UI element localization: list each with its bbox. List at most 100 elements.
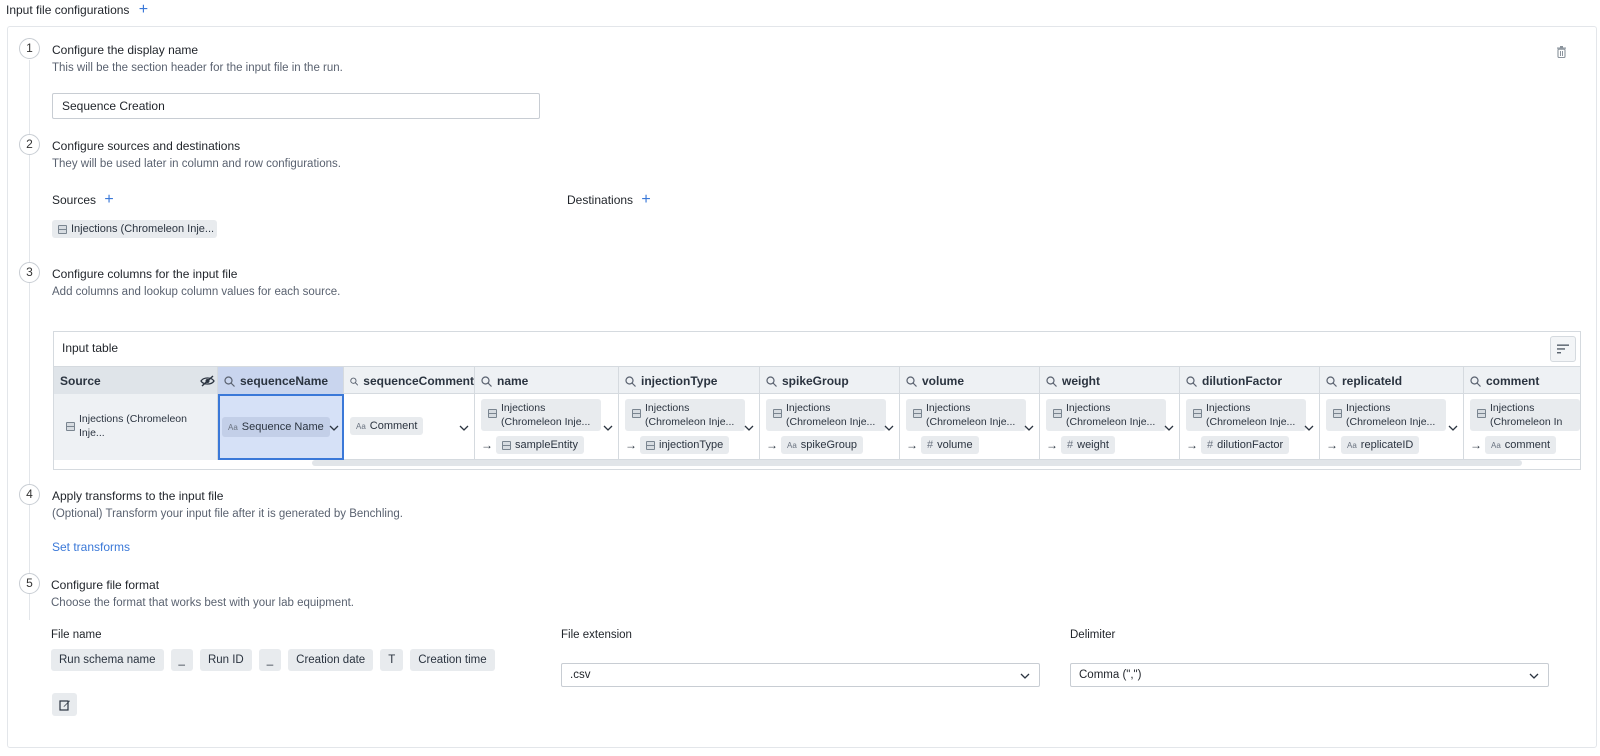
display-name-input[interactable]: Sequence Creation [52,93,540,119]
cell-name[interactable]: Injections (Chromeleon Inje... → sampleE… [475,394,619,460]
step-number-5: 5 [19,573,40,594]
cell-injectionType[interactable]: Injections (Chromeleon Inje... → injecti… [619,394,760,460]
cell-replicateId[interactable]: Injections (Chromeleon Inje... → Aa repli… [1320,394,1464,460]
trash-icon[interactable] [1556,46,1567,61]
source-lookup-chip[interactable]: Injections (Chromeleon In [1470,399,1580,431]
sources-label: Sources + [52,192,114,208]
source-lookup-chip[interactable]: Injections (Chromeleon Inje... [1186,399,1306,431]
eye-off-icon[interactable] [200,375,215,387]
source-lookup-chip[interactable]: Injections (Chromeleon Inje... [1046,399,1166,431]
text-type-icon: Aa [1347,440,1357,450]
column-header-name[interactable]: name [475,367,619,395]
cell-volume[interactable]: Injections (Chromeleon Inje... → # volume [900,394,1040,460]
column-header-spikeGroup[interactable]: spikeGroup [760,367,900,395]
column-header-injectionType[interactable]: injectionType [619,367,760,395]
column-header-comment[interactable]: comment [1464,367,1580,395]
horizontal-scrollbar[interactable] [312,460,1522,466]
target-field-chip[interactable]: Aa replicateID [1341,436,1420,454]
column-header-sequenceName[interactable]: sequenceName [218,367,344,395]
add-config-plus-icon[interactable]: + [139,2,148,18]
step-number-3: 3 [19,262,40,283]
source-lookup-label: Injections (Chromeleon Inje... [501,402,591,428]
source-cell[interactable]: Injections (Chromeleon Inje... [54,394,218,460]
source-lookup-chip[interactable]: Injections (Chromeleon Inje... [481,399,601,431]
search-icon [224,375,235,387]
hash-icon: # [927,439,934,451]
file-name-part-chip[interactable]: Creation date [288,649,374,671]
target-field-chip[interactable]: # dilutionFactor [1201,436,1290,454]
cell-comment[interactable]: Injections (Chromeleon In → Aa comment [1464,394,1580,460]
source-lookup-label: Injections (Chromeleon Inje... [786,402,876,428]
column-header-sequenceComment[interactable]: sequenceComment [344,367,475,395]
target-field-label: spikeGroup [800,439,858,451]
chevron-down-icon[interactable] [1448,423,1458,433]
target-field-chip[interactable]: sampleEntity [496,436,584,454]
column-header-label: weight [1062,374,1100,388]
chevron-down-icon[interactable] [603,423,613,433]
target-field-chip[interactable]: Aa comment [1485,436,1557,454]
table-icon [502,440,511,450]
search-icon [1046,375,1057,387]
cell-value-chip[interactable]: Aa Sequence Name [222,417,330,437]
file-name-part-chip[interactable]: _ [258,649,282,671]
cell-sequenceComment[interactable]: Aa Comment [344,394,475,460]
step-2-title: Configure sources and destinations [52,139,241,153]
hash-icon: # [1067,439,1074,451]
column-header-volume[interactable]: volume [900,367,1040,395]
source-lookup-chip[interactable]: Injections (Chromeleon Inje... [625,399,745,431]
target-field-chip[interactable]: # weight [1061,436,1115,454]
step-1-subtitle: This will be the section header for the … [52,62,343,74]
text-type-icon: Aa [1491,440,1501,450]
step-number-2: 2 [19,134,40,155]
column-header-label: name [497,374,529,388]
cell-spikeGroup[interactable]: Injections (Chromeleon Inje... → Aa spike… [760,394,900,460]
arrow-right-icon: → [1470,438,1482,452]
target-field-chip[interactable]: injectionType [640,436,730,454]
add-destination-plus-icon[interactable]: + [641,192,650,208]
search-icon [1326,375,1337,387]
column-header-label: volume [922,374,965,388]
table-icon [646,440,655,450]
delimiter-select[interactable]: Comma (",") [1070,663,1549,687]
source-lookup-chip[interactable]: Injections (Chromeleon Inje... [1326,399,1446,431]
column-header-dilutionFactor[interactable]: dilutionFactor [1180,367,1320,395]
chevron-down-icon[interactable] [1024,423,1034,433]
source-chip-label: Injections (Chromeleon Inje... [71,223,215,235]
add-source-plus-icon[interactable]: + [104,192,113,208]
chevron-down-icon[interactable] [884,423,894,433]
file-name-part-chip[interactable]: _ [170,649,193,671]
search-icon [1470,375,1481,387]
chevron-down-icon[interactable] [329,423,339,433]
file-name-part-chip[interactable]: Run schema name [51,649,164,671]
chevron-down-icon [1020,673,1030,679]
column-header-weight[interactable]: weight [1040,367,1180,395]
arrow-right-icon: → [766,438,778,452]
hash-icon: # [1207,439,1214,451]
set-transforms-link[interactable]: Set transforms [52,540,130,554]
file-name-part-chip[interactable]: T [380,649,404,671]
source-lookup-chip[interactable]: Injections (Chromeleon Inje... [766,399,886,431]
target-field-label: sampleEntity [515,439,578,451]
file-name-part-chip[interactable]: Run ID [199,649,252,671]
column-header-replicateId[interactable]: replicateId [1320,367,1464,395]
cell-value-chip[interactable]: Aa Comment [350,417,424,435]
table-icon [632,409,641,418]
edit-file-name-button[interactable] [52,693,77,716]
file-extension-select[interactable]: .csv [561,663,1040,687]
chevron-down-icon[interactable] [744,423,754,433]
cell-sequenceName[interactable]: Aa Sequence Name [218,394,344,460]
step-1-title: Configure the display name [52,43,199,57]
cell-dilutionFactor[interactable]: Injections (Chromeleon Inje... → # diluti… [1180,394,1320,460]
sort-button[interactable] [1550,336,1576,362]
source-lookup-chip[interactable]: Injections (Chromeleon Inje... [906,399,1026,431]
source-chip[interactable]: Injections (Chromeleon Inje... [52,220,217,238]
cell-weight[interactable]: Injections (Chromeleon Inje... → # weight [1040,394,1180,460]
file-name-part-chip[interactable]: Creation time [410,649,495,671]
chevron-down-icon[interactable] [1164,423,1174,433]
chevron-down-icon[interactable] [1304,423,1314,433]
target-field-chip[interactable]: # volume [921,436,979,454]
target-field-chip[interactable]: Aa spikeGroup [781,436,864,454]
source-lookup-label: Injections (Chromeleon Inje... [1206,402,1296,428]
chevron-down-icon[interactable] [459,423,469,433]
file-name-label: File name [51,629,102,641]
